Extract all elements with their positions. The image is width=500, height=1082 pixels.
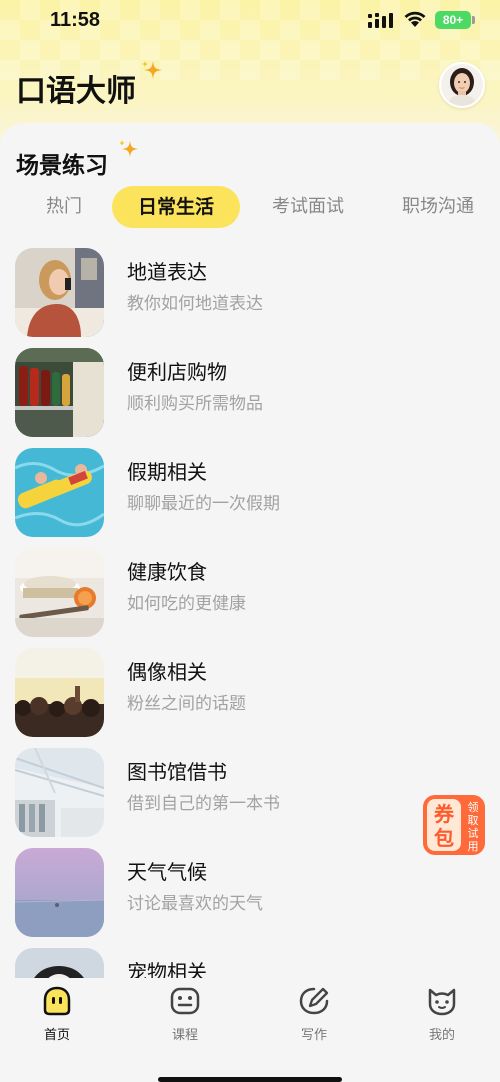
store-shelf-photo [15, 348, 104, 437]
tab-label: 课程 [171, 1028, 198, 1043]
scene-title: 偶像相关 [127, 660, 207, 684]
healthy-food-photo [15, 548, 104, 637]
pet-dog-photo [15, 948, 104, 978]
signal-icon [368, 13, 393, 28]
list-item[interactable]: 地道表达 教你如何地道表达 [0, 248, 500, 348]
bottom-tab-bar: 首页 课程 写作 我的 [0, 978, 500, 1082]
scene-title: 图书馆借书 [127, 760, 227, 784]
home-indicator [158, 1077, 342, 1082]
scene-subtitle: 借到自己的第一本书 [127, 794, 280, 814]
scene-title: 天气气候 [127, 860, 207, 884]
scene-title: 宠物相关 [127, 960, 207, 978]
coupon-big-2: 包 [434, 826, 454, 850]
avatar-portrait-icon [441, 64, 483, 106]
tab-daily-life[interactable]: 日常生活 [112, 186, 240, 228]
battery-tip [472, 16, 475, 24]
library-photo [15, 748, 104, 837]
list-item[interactable]: 宠物相关 [0, 948, 500, 978]
list-item[interactable]: 偶像相关 粉丝之间的话题 [0, 648, 500, 748]
list-item[interactable]: 假期相关 聊聊最近的一次假期 [0, 448, 500, 548]
scene-subtitle: 讨论最喜欢的天气 [127, 894, 263, 914]
scene-list: 地道表达 教你如何地道表达 便利店购物 顺利购买所需物品 假期相关 聊聊最近的一… [0, 248, 500, 978]
coupon-small-4: 用 [468, 840, 479, 853]
pool-float-photo [15, 448, 104, 537]
tab-writing[interactable]: 写作 [274, 986, 354, 1043]
scene-title: 假期相关 [127, 460, 207, 484]
woman-phone-photo [15, 248, 104, 337]
profile-cat-icon [428, 988, 456, 1016]
tab-label: 我的 [428, 1028, 455, 1043]
coupon-pack-button[interactable]: 券 包 领 取 试 用 [421, 793, 487, 857]
app-title: 口语大师 [16, 74, 136, 109]
list-item[interactable]: 健康饮食 如何吃的更健康 [0, 548, 500, 648]
tab-course[interactable]: 课程 [145, 986, 225, 1043]
user-avatar[interactable] [439, 62, 485, 108]
list-item[interactable]: 天气气候 讨论最喜欢的天气 [0, 848, 500, 948]
status-bar: 11:58 80+ [0, 0, 500, 44]
tab-label: 写作 [300, 1028, 327, 1043]
home-face-icon [43, 986, 71, 1016]
coupon-small-1: 领 [468, 801, 479, 814]
scene-title: 地道表达 [127, 260, 207, 284]
scene-subtitle: 聊聊最近的一次假期 [127, 494, 280, 514]
battery-indicator: 80+ [435, 11, 471, 29]
coupon-big-1: 券 [433, 802, 455, 826]
sparkle-icon [142, 61, 162, 79]
tab-label: 首页 [43, 1028, 70, 1043]
scene-title: 便利店购物 [127, 360, 227, 384]
tab-profile[interactable]: 我的 [402, 986, 482, 1043]
tab-hot[interactable]: 热门 [24, 186, 104, 228]
list-item[interactable]: 便利店购物 顺利购买所需物品 [0, 348, 500, 448]
tab-home[interactable]: 首页 [17, 986, 97, 1043]
writing-icon [299, 987, 329, 1015]
coupon-small-3: 试 [468, 827, 479, 840]
sparkle-icon [119, 140, 138, 157]
tab-exam-interview[interactable]: 考试面试 [255, 186, 361, 228]
scene-subtitle: 如何吃的更健康 [127, 594, 246, 614]
scene-title: 健康饮食 [127, 560, 207, 584]
course-face-icon [170, 987, 200, 1015]
weather-lake-photo [15, 848, 104, 937]
scene-subtitle: 顺利购买所需物品 [127, 394, 263, 414]
wifi-icon [404, 11, 426, 27]
section-title: 场景练习 [16, 153, 108, 179]
scene-subtitle: 粉丝之间的话题 [127, 694, 246, 714]
concert-crowd-photo [15, 648, 104, 737]
status-time: 11:58 [50, 9, 101, 31]
coupon-small-2: 取 [468, 814, 479, 827]
scene-tabs: 热门 日常生活 考试面试 职场沟通 [0, 186, 500, 230]
scene-subtitle: 教你如何地道表达 [127, 294, 263, 314]
tab-workplace[interactable]: 职场沟通 [385, 186, 491, 228]
